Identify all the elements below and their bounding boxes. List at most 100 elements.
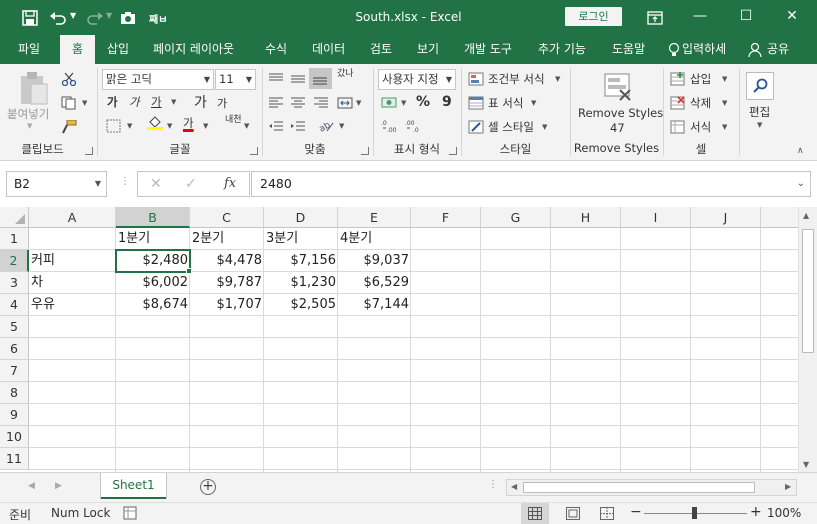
merge-dropdown-icon[interactable]: ▼	[356, 99, 361, 107]
accounting-format-icon[interactable]	[381, 96, 397, 110]
expand-formula-bar-icon[interactable]: ⌄	[797, 172, 805, 196]
grow-font-button[interactable]: 가	[194, 92, 207, 112]
conditional-dropdown-icon[interactable]: ▼	[555, 75, 560, 83]
border-dropdown-icon[interactable]: ▼	[127, 122, 132, 130]
row-header-4[interactable]: 4	[0, 294, 29, 316]
cell-e1[interactable]: 4분기	[338, 228, 411, 250]
font-name-select[interactable]: 맑은 고딕 ▼	[102, 69, 214, 90]
zoom-level[interactable]: 100%	[767, 506, 801, 520]
editing-dropdown-icon[interactable]: ▼	[757, 121, 762, 129]
row-header-8[interactable]: 8	[0, 382, 29, 404]
format-as-table-button[interactable]: 표 서식	[488, 95, 523, 111]
cell-a2[interactable]: 커피	[29, 250, 116, 272]
column-header-g[interactable]: G	[481, 207, 551, 228]
cell-styles-button[interactable]: 셀 스타일	[488, 119, 534, 135]
decrease-decimal-icon[interactable]: .00.0	[405, 119, 425, 133]
cell-c3[interactable]: $9,787	[190, 272, 264, 294]
row-header-7[interactable]: 7	[0, 360, 29, 382]
tell-me-search[interactable]: 입력하세	[682, 35, 726, 64]
cell-styles-dropdown-icon[interactable]: ▼	[542, 123, 547, 131]
conditional-formatting-icon[interactable]	[468, 72, 484, 86]
row-header-2[interactable]: 2	[0, 250, 29, 272]
scroll-right-icon[interactable]: ▶	[785, 482, 791, 491]
tab-insert[interactable]: 삽입	[107, 35, 129, 64]
format-as-table-icon[interactable]	[468, 96, 484, 110]
column-header-k[interactable]	[761, 207, 798, 228]
vertical-scroll-thumb[interactable]	[802, 229, 814, 353]
tab-formulas[interactable]: 수식	[265, 35, 287, 64]
column-header-h[interactable]: H	[551, 207, 621, 228]
tab-home[interactable]: 홈	[60, 35, 95, 64]
scroll-left-icon[interactable]: ◀	[511, 482, 517, 491]
remove-styles-icon[interactable]	[602, 70, 634, 104]
conditional-formatting-button[interactable]: 조건부 서식	[488, 71, 545, 87]
next-sheet-icon[interactable]: ▶	[55, 481, 62, 491]
fill-color-icon[interactable]	[147, 116, 163, 130]
cell-styles-icon[interactable]	[468, 120, 484, 134]
cell-e4[interactable]: $7,144	[338, 294, 411, 316]
wrap-text-button[interactable]: 갔나	[337, 70, 354, 79]
decrease-indent-icon[interactable]	[268, 120, 284, 134]
insert-cells-icon[interactable]	[670, 72, 686, 86]
remove-styles-label[interactable]: Remove Styles	[578, 106, 663, 120]
align-bottom-button[interactable]	[309, 68, 332, 89]
zoom-in-button[interactable]: +	[750, 504, 762, 520]
column-header-e[interactable]: E	[338, 207, 411, 228]
row-header-3[interactable]: 3	[0, 272, 29, 294]
cell-c4[interactable]: $1,707	[190, 294, 264, 316]
add-sheet-icon[interactable]: +	[200, 479, 216, 495]
paste-icon[interactable]	[17, 70, 51, 110]
cell-d2[interactable]: $7,156	[264, 250, 338, 272]
column-header-j[interactable]: J	[691, 207, 761, 228]
number-format-select[interactable]: 사용자 지정 ▼	[378, 69, 456, 90]
format-dropdown-icon[interactable]: ▼	[722, 123, 727, 131]
column-header-f[interactable]: F	[411, 207, 481, 228]
phonetic-dropdown-icon[interactable]: ▼	[244, 122, 249, 130]
page-layout-view-icon[interactable]	[566, 507, 580, 520]
align-left-icon[interactable]	[268, 96, 284, 110]
tab-addins[interactable]: 추가 기능	[538, 35, 586, 64]
tab-view[interactable]: 보기	[417, 35, 439, 64]
border-icon[interactable]	[106, 119, 122, 133]
prev-sheet-icon[interactable]: ◀	[28, 481, 35, 491]
increase-decimal-icon[interactable]: .0.00	[381, 119, 401, 133]
cell-d3[interactable]: $1,230	[264, 272, 338, 294]
bold-button[interactable]: 가	[107, 94, 118, 110]
delete-cells-icon[interactable]	[670, 96, 686, 110]
column-header-i[interactable]: I	[621, 207, 691, 228]
align-middle-icon[interactable]	[290, 72, 306, 86]
delete-dropdown-icon[interactable]: ▼	[722, 99, 727, 107]
copy-dropdown-icon[interactable]: ▼	[82, 99, 87, 107]
tab-split-grip-icon[interactable]: ⋮	[488, 479, 498, 490]
tab-file[interactable]: 파일	[18, 35, 40, 64]
comma-style-button[interactable]: 9	[442, 94, 452, 110]
table-dropdown-icon[interactable]: ▼	[531, 99, 536, 107]
format-cells-icon[interactable]	[670, 120, 686, 134]
cell-b2[interactable]: $2,480	[116, 250, 190, 272]
cell-a3[interactable]: 차	[29, 272, 116, 294]
format-cells-button[interactable]: 서식	[690, 119, 711, 135]
tab-page-layout[interactable]: 페이지 레이아웃	[153, 35, 234, 64]
clipboard-launcher-icon[interactable]	[85, 147, 93, 155]
cell-d4[interactable]: $2,505	[264, 294, 338, 316]
cell-b4[interactable]: $8,674	[116, 294, 190, 316]
increase-indent-icon[interactable]	[290, 120, 306, 134]
cell-c1[interactable]: 2분기	[190, 228, 264, 250]
tab-help[interactable]: 도움말	[612, 35, 645, 64]
font-color-dropdown-icon[interactable]: ▼	[203, 122, 208, 130]
cell-c2[interactable]: $4,478	[190, 250, 264, 272]
align-right-icon[interactable]	[313, 96, 329, 110]
tab-developer[interactable]: 개발 도구	[464, 35, 512, 64]
row-header-11[interactable]: 11	[0, 448, 29, 470]
alignment-launcher-icon[interactable]	[361, 147, 369, 155]
copy-icon[interactable]	[61, 96, 77, 110]
font-color-button[interactable]: 가	[183, 115, 194, 131]
formula-input[interactable]: 2480 ⌄	[251, 171, 811, 197]
find-button[interactable]	[746, 72, 774, 100]
cell-b1[interactable]: 1분기	[116, 228, 190, 250]
worksheet-grid[interactable]: A B C D E F G H I J 1 2 3 4 5 6 7 8 9 10…	[0, 207, 798, 472]
enter-icon[interactable]: ✓	[185, 176, 197, 192]
column-header-d[interactable]: D	[264, 207, 338, 228]
minimize-button[interactable]: —	[677, 0, 723, 35]
vertical-scrollbar[interactable]: ▲ ▼	[798, 207, 817, 474]
